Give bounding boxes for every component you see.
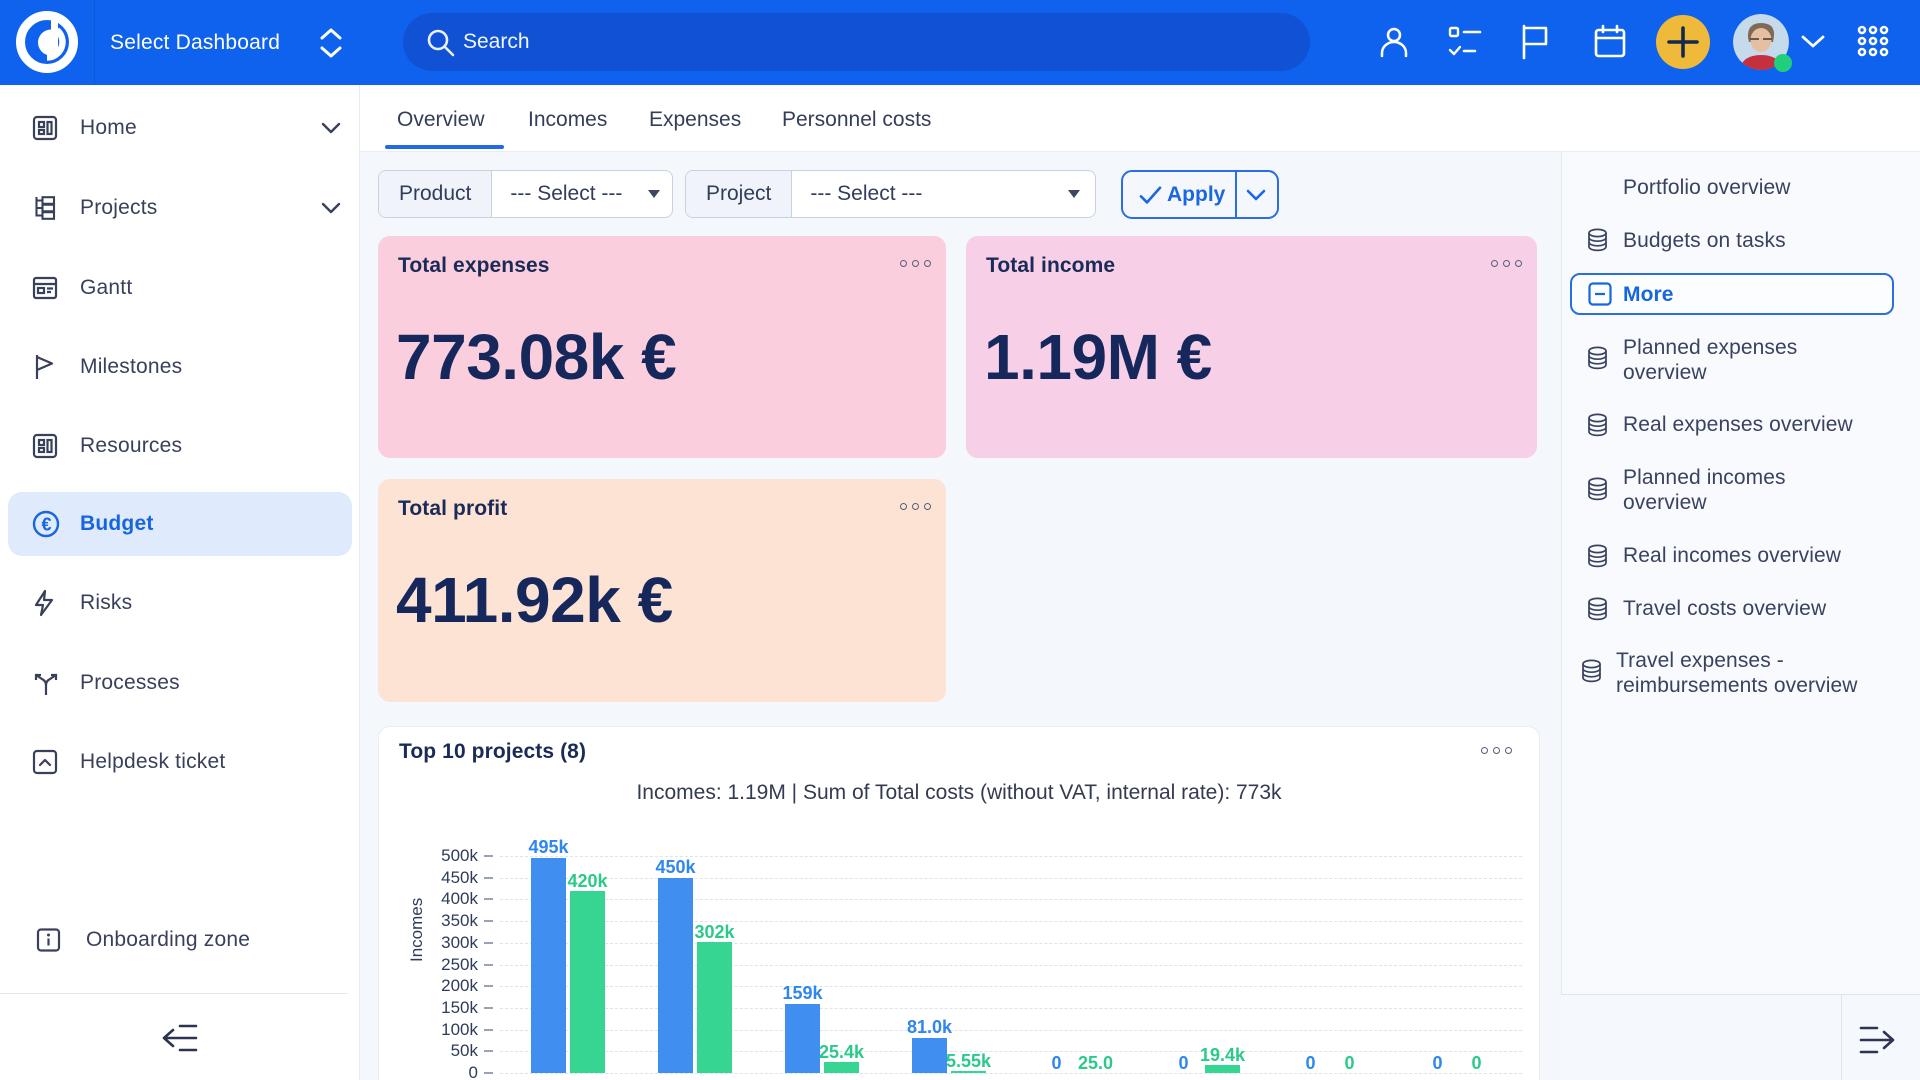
- svg-text:€: €: [41, 515, 51, 535]
